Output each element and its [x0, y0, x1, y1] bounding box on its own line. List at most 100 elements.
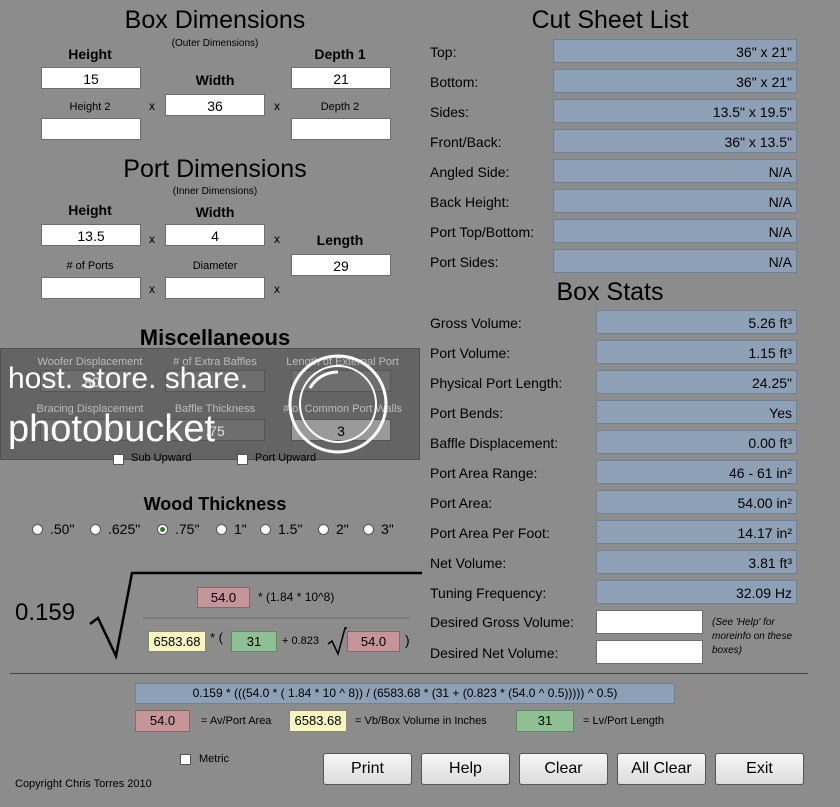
box-height-input[interactable]: 15 [41, 67, 141, 89]
wood-radio-1-5[interactable] [260, 524, 271, 535]
wood-radio-3[interactable] [363, 524, 374, 535]
stat-row-label: Port Area Range: [430, 465, 538, 481]
box-depth2-input[interactable] [291, 118, 391, 140]
port-upward-label: Port Upward [255, 452, 317, 464]
port-dimensions-title: Port Dimensions [123, 155, 307, 183]
port-dimensions-subtitle: (Inner Dimensions) [172, 186, 258, 197]
metric-checkbox[interactable] [180, 754, 191, 765]
port-count-input[interactable] [41, 277, 141, 299]
times-sign: x [149, 282, 155, 296]
box-height2-input[interactable] [41, 118, 141, 140]
cut-row-value: N/A [553, 219, 797, 243]
times-sign: x [274, 99, 280, 113]
stat-row-label: Tuning Frequency: [430, 585, 547, 601]
cut-row-label: Front/Back: [430, 134, 502, 150]
wood-radio-50[interactable] [32, 524, 43, 535]
port-height-input[interactable]: 13.5 [41, 224, 141, 246]
exit-button[interactable]: Exit [715, 753, 804, 785]
box-height-label: Height [68, 46, 112, 62]
formula-plus-text: + 0.823 [282, 635, 320, 647]
port-length-input[interactable]: 29 [291, 254, 391, 276]
box-dimensions-title: Box Dimensions [124, 6, 306, 34]
box-depth1-label: Depth 1 [314, 46, 366, 62]
wood-radio-75[interactable] [157, 524, 168, 535]
divider [10, 673, 808, 674]
wood-radio-2[interactable] [318, 524, 329, 535]
copyright-text: Copyright Chris Torres 2010 [15, 778, 152, 790]
port-height-label: Height [68, 202, 112, 218]
legend-vb-text: = Vb/Box Volume in Inches [355, 715, 487, 727]
wood-option-label: 1" [234, 521, 247, 537]
all-clear-button[interactable]: All Clear [617, 753, 706, 785]
cut-row-value: 36" x 21" [553, 69, 797, 93]
cut-row-value: 36" x 13.5" [553, 129, 797, 153]
port-length-label: Length [316, 232, 364, 248]
port-count-label: # of Ports [66, 260, 114, 272]
box-dimensions-subtitle: (Outer Dimensions) [171, 38, 259, 49]
times-sign: x [274, 282, 280, 296]
inner-root-sign [327, 627, 347, 656]
desired-net-input[interactable] [596, 640, 703, 664]
box-height2-label: Height 2 [69, 101, 111, 113]
stat-row-label: Baffle Displacement: [430, 435, 559, 451]
help-note: (See 'Help' for moreinfo on these boxes) [712, 617, 793, 656]
cut-row-value: 36" x 21" [553, 39, 797, 63]
metric-label: Metric [199, 753, 229, 765]
port-width-input[interactable]: 4 [165, 224, 265, 246]
wood-option-label: .75" [175, 521, 200, 537]
legend-av-text: = Av/Port Area [201, 715, 272, 727]
stat-row-value: 3.81 ft³ [596, 550, 797, 574]
stat-row-value: 14.17 in² [596, 520, 797, 544]
times-sign: x [149, 232, 155, 246]
port-upward-checkbox[interactable] [237, 454, 248, 465]
wood-radio-625[interactable] [90, 524, 101, 535]
watermark-text-bottom: photobucket [8, 408, 216, 450]
stat-row-value: 1.15 ft³ [596, 340, 797, 364]
wood-radio-1[interactable] [216, 524, 227, 535]
help-button[interactable]: Help [421, 753, 510, 785]
cut-row-label: Angled Side: [430, 164, 510, 180]
cut-row-value: 13.5" x 19.5" [553, 99, 797, 123]
clear-button[interactable]: Clear [519, 753, 608, 785]
stat-row-value: 24.25" [596, 370, 797, 394]
cut-row-label: Top: [430, 44, 457, 60]
box-width-input[interactable]: 36 [165, 94, 265, 116]
legend-av-field: 54.0 [135, 710, 190, 732]
stat-row-value: 5.26 ft³ [596, 310, 797, 334]
wood-option-label: 2" [336, 521, 349, 537]
legend-vb-field: 6583.68 [289, 710, 347, 732]
times-sign: x [149, 99, 155, 113]
desired-gross-input[interactable] [596, 610, 703, 634]
stat-row-value: 46 - 61 in² [596, 460, 797, 484]
formula-coefficient: 0.159 [15, 599, 76, 626]
cut-row-value: N/A [553, 189, 797, 213]
wood-option-label: 1.5" [278, 521, 303, 537]
cut-row-label: Port Top/Bottom: [430, 224, 535, 240]
box-depth1-input[interactable]: 21 [291, 67, 391, 89]
watermark-text-top: host. store. share. [8, 362, 249, 395]
port-width-label: Width [195, 204, 235, 220]
box-width-label: Width [195, 72, 235, 88]
wood-thickness-radio-group: .50" .625" .75" 1" 1.5" 2" 3" [30, 521, 410, 541]
formula-expression-field: 0.159 * (((54.0 * ( 1.84 * 10 ^ 8)) / (6… [135, 683, 675, 704]
cut-row-value: N/A [553, 159, 797, 183]
legend-lv-text: = Lv/Port Length [583, 715, 665, 727]
print-button[interactable]: Print [323, 753, 412, 785]
stat-row-label: Port Area Per Foot: [430, 525, 550, 541]
port-diameter-input[interactable] [165, 277, 265, 299]
formula-close-paren: ) [405, 632, 410, 648]
legend-lv-field: 31 [516, 710, 574, 732]
desired-gross-label: Desired Gross Volume: [430, 614, 574, 630]
wood-option-label: 3" [381, 521, 394, 537]
wood-option-label: .50" [50, 521, 75, 537]
stat-row-label: Physical Port Length: [430, 375, 563, 391]
cut-sheet-title: Cut Sheet List [531, 6, 689, 34]
times-sign: x [274, 232, 280, 246]
stat-row-value: 0.00 ft³ [596, 430, 797, 454]
sub-upward-checkbox[interactable] [113, 454, 124, 465]
stat-row-label: Port Volume: [430, 345, 511, 361]
box-depth2-label: Depth 2 [320, 101, 360, 113]
formula-multiply-paren: * ( [210, 630, 223, 645]
cut-row-label: Port Sides: [430, 254, 499, 270]
lv-field: 31 [231, 631, 277, 652]
